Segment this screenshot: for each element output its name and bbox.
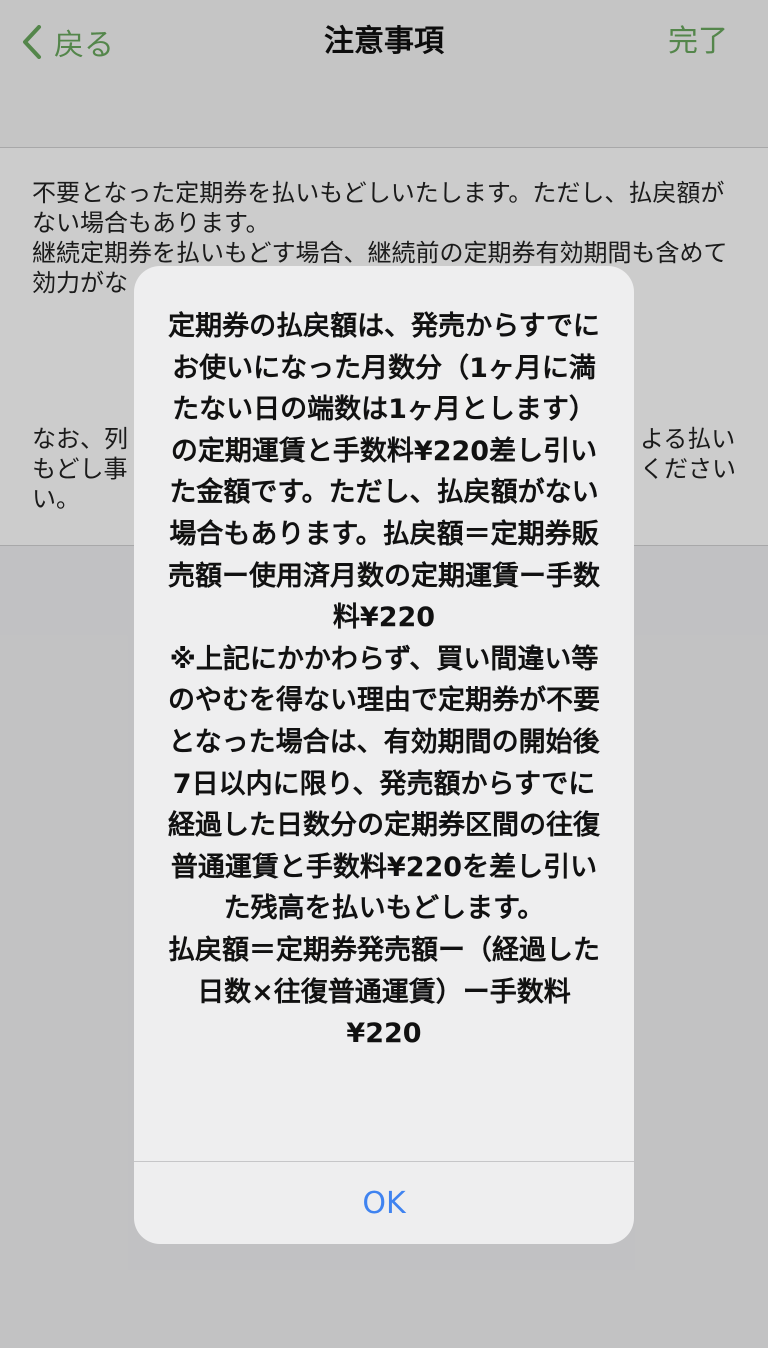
ok-button[interactable]: OK [134, 1162, 634, 1244]
alert-message: 定期券の払戻額は、発売からすでにお使いになった月数分（1ヶ月に満たない日の端数は… [168, 311, 600, 1050]
alert-dialog: 定期券の払戻額は、発売からすでにお使いになった月数分（1ヶ月に満たない日の端数は… [134, 266, 634, 1244]
